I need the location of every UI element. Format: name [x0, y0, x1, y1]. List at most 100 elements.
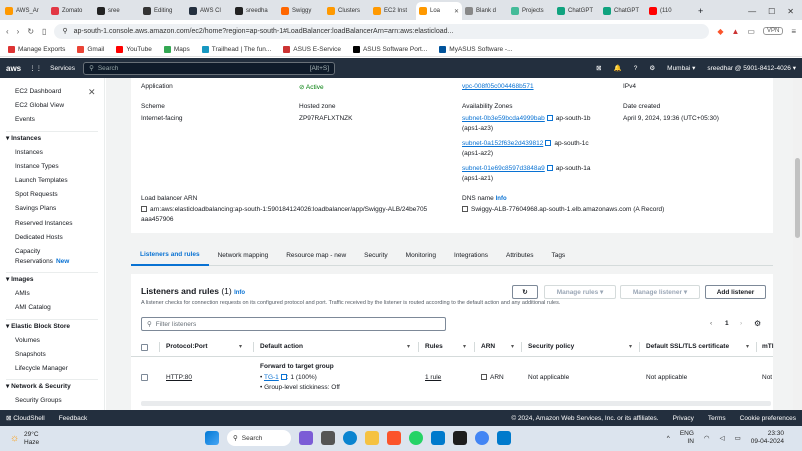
- browser-tab[interactable]: Clusters: [324, 2, 370, 20]
- sidebar-section-elastic-block-store[interactable]: ▾ Elastic Block Store: [6, 322, 70, 330]
- add-listener-button[interactable]: Add listener: [705, 285, 766, 299]
- sort-icon[interactable]: ▾: [239, 343, 242, 350]
- terms-link[interactable]: Terms: [708, 415, 726, 422]
- weather-icon[interactable]: ☼: [10, 433, 19, 444]
- account-menu[interactable]: sreedhar @ 5901-8412-4026 ▾: [707, 64, 796, 72]
- sort-icon[interactable]: ▾: [407, 343, 410, 350]
- column-header-arn[interactable]: ARN: [481, 343, 495, 350]
- sidebar-item-launch-templates[interactable]: Launch Templates: [15, 177, 68, 184]
- tab-network-mapping[interactable]: Network mapping: [209, 246, 278, 266]
- sort-icon[interactable]: ▾: [463, 343, 466, 350]
- sidebar-toggle-icon[interactable]: ▭: [747, 27, 755, 36]
- column-header-default-ssl-tls-certificate[interactable]: Default SSL/TLS certificate: [646, 343, 729, 350]
- task-view-icon[interactable]: [321, 431, 335, 445]
- feedback-link[interactable]: Feedback: [59, 415, 88, 422]
- windows-start-icon[interactable]: [205, 431, 219, 445]
- tray-overflow-icon[interactable]: ^: [667, 435, 670, 442]
- close-window-icon[interactable]: ✕: [787, 7, 794, 16]
- browser-tab[interactable]: Editing: [140, 2, 186, 20]
- battery-icon[interactable]: ▭: [735, 434, 741, 442]
- sidebar-item-ec-dashboard[interactable]: EC2 Dashboard: [15, 88, 61, 95]
- vscode-icon-2[interactable]: [497, 431, 511, 445]
- widgets-icon[interactable]: [299, 431, 313, 445]
- column-header-rules[interactable]: Rules: [425, 343, 443, 350]
- subnet-link[interactable]: subnet-01e69c8597d3848a9: [462, 165, 545, 172]
- sidebar-item-reserved-instances[interactable]: Reserved Instances: [15, 220, 72, 227]
- tab-attributes[interactable]: Attributes: [497, 246, 542, 266]
- forward-icon[interactable]: ›: [17, 27, 20, 36]
- page-number[interactable]: 1: [725, 320, 729, 327]
- tab-listeners-and-rules[interactable]: Listeners and rules: [131, 246, 209, 266]
- maximize-icon[interactable]: ☐: [768, 7, 775, 16]
- tab-security[interactable]: Security: [355, 246, 396, 266]
- bookmark-item[interactable]: ASUS Software Port...: [352, 45, 427, 53]
- target-group-link[interactable]: TG-1: [264, 374, 279, 381]
- whatsapp-icon[interactable]: [409, 431, 423, 445]
- services-grid-icon[interactable]: ⋮⋮: [29, 64, 42, 72]
- sidebar-section-network-security[interactable]: ▾ Network & Security: [6, 382, 71, 390]
- vscode-icon[interactable]: [431, 431, 445, 445]
- sidebar-item-dedicated-hosts[interactable]: Dedicated Hosts: [15, 234, 63, 241]
- menu-icon[interactable]: ≡: [791, 27, 796, 36]
- terminal-icon[interactable]: [453, 431, 467, 445]
- tab-monitoring[interactable]: Monitoring: [397, 246, 445, 266]
- filter-listeners-input[interactable]: ⚲ Filter listeners: [141, 317, 446, 331]
- sidebar-item-lifecycle-manager[interactable]: Lifecycle Manager: [15, 365, 68, 372]
- copy-icon[interactable]: [481, 374, 487, 381]
- tab-integrations[interactable]: Integrations: [445, 246, 497, 266]
- browser-tab[interactable]: Zomato: [48, 2, 94, 20]
- vpc-link[interactable]: vpc-008f05c004468b571: [462, 83, 534, 90]
- bookmark-item[interactable]: Manage Exports: [8, 45, 65, 53]
- browser-tab[interactable]: ChatGPT: [600, 2, 646, 20]
- manage-rules-button[interactable]: Manage rules ▾: [544, 285, 616, 299]
- services-menu[interactable]: Services: [50, 65, 75, 72]
- browser-tab[interactable]: sreedha: [232, 2, 278, 20]
- help-icon[interactable]: ?: [634, 65, 638, 72]
- sidebar-item-security-groups[interactable]: Security Groups: [15, 397, 62, 404]
- row-checkbox[interactable]: [141, 374, 148, 381]
- prev-page-icon[interactable]: ‹: [710, 320, 712, 327]
- sidebar-item-amis[interactable]: AMIs: [15, 290, 30, 297]
- table-settings-icon[interactable]: ⚙: [754, 319, 761, 328]
- bookmark-item[interactable]: Gmail: [77, 45, 104, 53]
- clock[interactable]: 23:30 09-04-2024: [751, 430, 784, 446]
- close-sidebar-icon[interactable]: ✕: [88, 87, 96, 98]
- sort-icon[interactable]: ▾: [746, 343, 749, 350]
- volume-icon[interactable]: ◁: [720, 434, 725, 442]
- chrome-icon[interactable]: [475, 431, 489, 445]
- sidebar-item-events[interactable]: Events: [15, 116, 35, 123]
- aws-search-input[interactable]: ⚲ Search [Alt+S]: [83, 61, 336, 75]
- listeners-info-link[interactable]: Info: [234, 290, 245, 296]
- browser-tab[interactable]: AWS Cl: [186, 2, 232, 20]
- weather-widget[interactable]: 29°C Haze: [24, 431, 39, 447]
- sidebar-item-capacity[interactable]: Capacity: [15, 248, 40, 255]
- browser-tab[interactable]: (110: [646, 2, 692, 20]
- browser-tab[interactable]: Blank d: [462, 2, 508, 20]
- subnet-link[interactable]: subnet-0a152f63e2d439812: [462, 140, 543, 147]
- column-header-security-policy[interactable]: Security policy: [528, 343, 574, 350]
- subnet-link[interactable]: subnet-0b3e59bcda4999bab: [462, 115, 545, 122]
- sidebar-item-instances[interactable]: Instances: [15, 149, 43, 156]
- manage-listener-button[interactable]: Manage listener ▾: [620, 285, 700, 299]
- settings-icon[interactable]: ⚙: [649, 64, 655, 72]
- sidebar-section-images[interactable]: ▾ Images: [6, 275, 33, 283]
- notifications-icon[interactable]: 🔔: [614, 64, 622, 72]
- sidebar-item-reservations[interactable]: Reservations New: [15, 258, 69, 265]
- next-page-icon[interactable]: ›: [740, 320, 742, 327]
- cloudshell-icon[interactable]: ⊠: [596, 64, 601, 72]
- browser-tab[interactable]: sree: [94, 2, 140, 20]
- sidebar-item-spot-requests[interactable]: Spot Requests: [15, 191, 58, 198]
- rewards-icon[interactable]: ▲: [732, 27, 740, 36]
- bookmark-item[interactable]: Maps: [163, 45, 190, 53]
- tab-resource-map-new[interactable]: Resource map - new: [277, 246, 355, 266]
- sidebar-section-instances[interactable]: ▾ Instances: [6, 134, 41, 142]
- sort-icon[interactable]: ▾: [629, 343, 632, 350]
- browser-tab[interactable]: Projects: [508, 2, 554, 20]
- privacy-link[interactable]: Privacy: [673, 415, 694, 422]
- column-header-default-action[interactable]: Default action: [260, 343, 303, 350]
- edge-icon[interactable]: [343, 431, 357, 445]
- dns-info-link[interactable]: Info: [496, 196, 507, 202]
- rules-link[interactable]: 1 rule: [425, 374, 441, 381]
- column-header-protocol-port[interactable]: Protocol:Port: [166, 343, 208, 350]
- language-indicator[interactable]: ENG IN: [680, 430, 694, 446]
